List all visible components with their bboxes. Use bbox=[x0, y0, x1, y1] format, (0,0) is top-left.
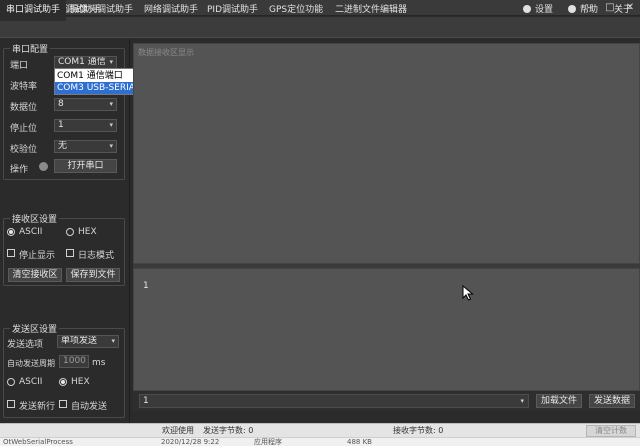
mouse-cursor-icon bbox=[462, 285, 474, 301]
status-sent-bytes: 发送字节数: 0 bbox=[203, 426, 254, 435]
send-option-label: 发送选项 bbox=[7, 340, 44, 350]
load-file-button[interactable]: 加载文件 bbox=[536, 394, 582, 408]
file-kind: 应用程序 bbox=[254, 438, 282, 446]
operation-label: 操作 bbox=[10, 165, 29, 175]
auto-period-unit: ms bbox=[92, 358, 106, 368]
file-name: OtWebSerialProcess bbox=[3, 438, 73, 446]
send-newline-checkbox[interactable] bbox=[7, 400, 15, 408]
auto-send-label: 自动发送 bbox=[71, 402, 108, 412]
parity-label: 校验位 bbox=[10, 145, 38, 155]
chevron-down-icon: ▾ bbox=[109, 58, 113, 66]
help-button[interactable]: 帮助 bbox=[568, 0, 598, 21]
recv-hex-radio[interactable] bbox=[66, 228, 74, 236]
stop-display-checkbox[interactable] bbox=[7, 249, 15, 257]
recv-ascii-label: ASCII bbox=[19, 227, 43, 237]
databits-label: 数据位 bbox=[10, 103, 38, 113]
auto-period-input[interactable]: 1000 bbox=[59, 355, 89, 368]
help-icon bbox=[568, 5, 576, 13]
stop-display-label: 停止显示 bbox=[19, 251, 56, 261]
send-ascii-radio[interactable] bbox=[7, 378, 15, 386]
status-bar: 欢迎使用 发送字节数: 0 接收字节数: 0 清空计数 bbox=[0, 423, 640, 437]
tab-serial-assistant[interactable]: 串口调试助手 bbox=[0, 0, 67, 21]
send-hex-label: HEX bbox=[71, 377, 90, 387]
file-date: 2020/12/28 9:22 bbox=[161, 438, 220, 446]
chevron-down-icon: ▾ bbox=[109, 121, 113, 129]
status-recv-bytes: 接收字节数: 0 bbox=[393, 426, 444, 435]
send-settings-title: 发送区设置 bbox=[10, 322, 60, 335]
recv-ascii-radio[interactable] bbox=[7, 228, 15, 236]
send-data-button[interactable]: 发送数据 bbox=[589, 394, 635, 408]
parity-select[interactable]: 无 ▾ bbox=[54, 140, 117, 153]
background-file-row: OtWebSerialProcess 2020/12/28 9:22 应用程序 … bbox=[0, 437, 640, 446]
auto-send-checkbox[interactable] bbox=[59, 400, 67, 408]
clear-receive-button[interactable]: 清空接收区 bbox=[8, 268, 62, 282]
port-status-led bbox=[39, 162, 48, 171]
recv-hex-label: HEX bbox=[78, 227, 97, 237]
chevron-down-icon: ▾ bbox=[109, 100, 113, 108]
file-size: 488 KB bbox=[347, 438, 372, 446]
send-option-select[interactable]: 单项发送 ▾ bbox=[57, 335, 119, 348]
port-label: 端口 bbox=[10, 61, 29, 71]
stopbits-select[interactable]: 1 ▾ bbox=[54, 119, 117, 132]
gear-icon bbox=[523, 5, 531, 13]
about-button[interactable]: 关于 bbox=[614, 0, 632, 21]
tab-gps[interactable]: GPS定位功能 bbox=[263, 0, 329, 21]
log-mode-label: 日志模式 bbox=[78, 251, 115, 261]
tab-network-assistant[interactable]: 网络调试助手 bbox=[138, 0, 204, 21]
log-mode-checkbox[interactable] bbox=[66, 249, 74, 257]
status-welcome: 欢迎使用 bbox=[162, 426, 194, 435]
send-newline-label: 发送新行 bbox=[19, 402, 56, 412]
stopbits-label: 停止位 bbox=[10, 124, 38, 134]
chevron-down-icon: ▾ bbox=[111, 337, 115, 345]
send-history-select[interactable]: 1 ▾ bbox=[139, 394, 529, 408]
databits-select[interactable]: 8 ▾ bbox=[54, 98, 117, 111]
open-port-button[interactable]: 打开串口 bbox=[54, 159, 117, 173]
send-text-area[interactable]: 1 bbox=[133, 268, 640, 391]
chevron-down-icon: ▾ bbox=[109, 142, 113, 150]
receive-placeholder: 数据接收区显示 bbox=[138, 48, 194, 57]
tab-pid-assistant[interactable]: PID调试助手 bbox=[201, 0, 264, 21]
tab-binary-editor[interactable]: 二进制文件编辑器 bbox=[329, 0, 413, 21]
serial-config-title: 串口配置 bbox=[10, 42, 51, 55]
tab-camera-assistant[interactable]: 摄像头调试助手 bbox=[64, 0, 139, 21]
auto-period-label: 自动发送周期 bbox=[7, 359, 55, 368]
chevron-down-icon: ▾ bbox=[520, 397, 524, 405]
send-text-content: 1 bbox=[143, 281, 149, 291]
baud-label: 波特率 bbox=[10, 82, 38, 92]
save-to-file-button[interactable]: 保存到文件 bbox=[66, 268, 120, 282]
receive-text-area[interactable]: 数据接收区显示 bbox=[133, 43, 640, 264]
clear-count-button[interactable]: 清空计数 bbox=[586, 425, 636, 437]
send-ascii-label: ASCII bbox=[19, 377, 43, 387]
send-hex-radio[interactable] bbox=[59, 378, 67, 386]
settings-button[interactable]: 设置 bbox=[523, 0, 553, 21]
receive-settings-title: 接收区设置 bbox=[10, 212, 60, 225]
